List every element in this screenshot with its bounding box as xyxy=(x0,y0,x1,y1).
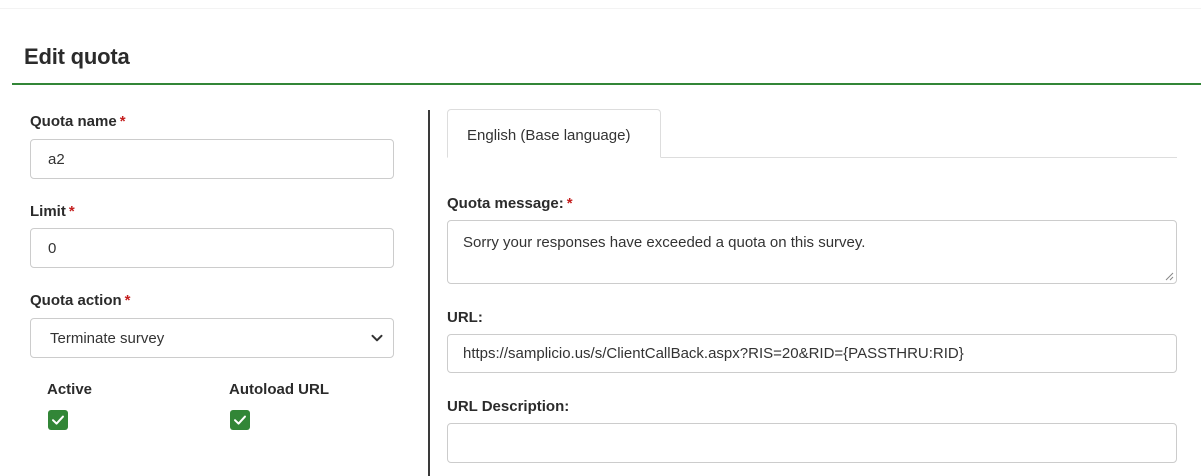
limit-label-text: Limit xyxy=(30,203,66,220)
quota-message-label-text: Quota message: xyxy=(447,195,564,212)
active-checkbox[interactable] xyxy=(48,410,68,430)
quota-action-selected-value: Terminate survey xyxy=(50,330,165,347)
quota-action-select[interactable]: Terminate survey xyxy=(30,318,394,358)
autoload-url-checkbox[interactable] xyxy=(230,410,250,430)
url-value: https://samplicio.us/s/ClientCallBack.as… xyxy=(463,345,964,362)
required-mark: * xyxy=(566,195,573,212)
chevron-down-icon xyxy=(371,334,383,342)
quota-name-label: Quota name * xyxy=(30,113,126,130)
quota-action-label-text: Quota action xyxy=(30,292,122,309)
required-mark: * xyxy=(68,203,75,220)
required-mark: * xyxy=(124,292,131,309)
active-label: Active xyxy=(47,381,93,398)
title-underline xyxy=(12,83,1201,85)
limit-input[interactable] xyxy=(30,228,394,268)
required-mark: * xyxy=(119,113,126,130)
tab-english-base-language[interactable]: English (Base language) xyxy=(447,109,661,158)
page-title: Edit quota xyxy=(24,44,130,69)
tab-label: English (Base language) xyxy=(467,127,631,144)
resize-grip-icon[interactable] xyxy=(1164,271,1174,281)
quota-action-label: Quota action * xyxy=(30,292,131,309)
quota-name-label-text: Quota name xyxy=(30,113,117,130)
quota-message-label: Quota message: * xyxy=(447,195,573,212)
limit-label: Limit * xyxy=(30,203,75,220)
quota-message-value: Sorry your responses have exceeded a quo… xyxy=(463,234,866,251)
url-label: URL: xyxy=(447,309,483,326)
checkmark-icon xyxy=(52,415,64,425)
quota-name-input[interactable] xyxy=(30,139,394,179)
column-divider xyxy=(428,110,430,476)
quota-message-textarea[interactable]: Sorry your responses have exceeded a quo… xyxy=(447,220,1177,284)
url-description-input[interactable] xyxy=(447,423,1177,463)
autoload-url-label: Autoload URL xyxy=(229,381,329,398)
url-input[interactable]: https://samplicio.us/s/ClientCallBack.as… xyxy=(447,334,1177,373)
url-description-label: URL Description: xyxy=(447,398,570,415)
checkmark-icon xyxy=(234,415,246,425)
top-separator xyxy=(0,8,1201,9)
